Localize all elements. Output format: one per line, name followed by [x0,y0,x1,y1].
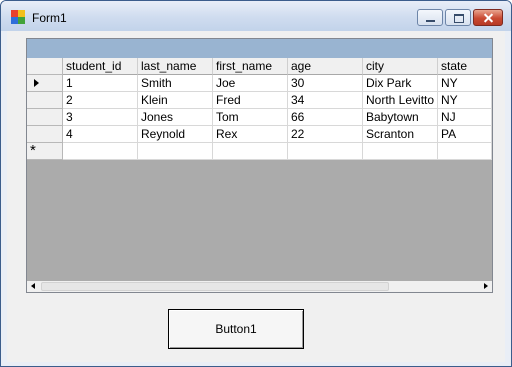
column-header-age[interactable]: age [288,58,363,75]
table-row[interactable]: 4 Reynold Rex 22 Scranton PA [27,126,492,143]
new-row-header[interactable]: * [27,142,63,160]
form1-window: Form1 student_id last_name first_name ag… [0,0,512,367]
button1[interactable]: Button1 [168,309,304,349]
new-cell[interactable] [363,143,438,160]
cell-first-name[interactable]: Rex [213,126,288,143]
cell-city[interactable]: Dix Park [363,75,438,92]
maximize-button[interactable] [445,9,471,26]
row-header[interactable] [27,126,63,143]
data-grid[interactable]: student_id last_name first_name age city… [26,38,493,293]
cell-city[interactable]: North Levitto [363,92,438,109]
new-cell[interactable] [213,143,288,160]
cell-last-name[interactable]: Smith [138,75,213,92]
cell-age[interactable]: 30 [288,75,363,92]
grid-header-row: student_id last_name first_name age city… [27,58,492,75]
cell-first-name[interactable]: Tom [213,109,288,126]
column-header-last-name[interactable]: last_name [138,58,213,75]
column-header-state[interactable]: state [438,58,492,75]
row-header[interactable] [27,109,63,126]
cell-age[interactable]: 66 [288,109,363,126]
column-header-city[interactable]: city [363,58,438,75]
top-left-header-cell[interactable] [27,58,63,75]
new-cell[interactable] [138,143,213,160]
cell-age[interactable]: 22 [288,126,363,143]
cell-city[interactable]: Babytown [363,109,438,126]
new-cell[interactable] [438,143,492,160]
current-row-pointer-icon [34,79,39,87]
new-cell[interactable] [288,143,363,160]
scrollbar-thumb[interactable] [41,282,389,291]
app-icon[interactable] [11,10,25,24]
cell-state[interactable]: NY [438,75,492,92]
row-header[interactable] [27,92,63,109]
cell-last-name[interactable]: Reynold [138,126,213,143]
column-header-first-name[interactable]: first_name [213,58,288,75]
window-title: Form1 [32,11,67,25]
close-button[interactable] [473,9,503,26]
horizontal-scrollbar[interactable] [27,281,492,292]
cell-student-id[interactable]: 4 [63,126,138,143]
cell-first-name[interactable]: Joe [213,75,288,92]
cell-student-id[interactable]: 3 [63,109,138,126]
table-row[interactable]: 1 Smith Joe 30 Dix Park NY [27,75,492,92]
title-bar[interactable]: Form1 [1,1,511,31]
cell-city[interactable]: Scranton [363,126,438,143]
table-row[interactable]: 3 Jones Tom 66 Babytown NJ [27,109,492,126]
column-header-student-id[interactable]: student_id [63,58,138,75]
minimize-button[interactable] [417,9,443,26]
cell-student-id[interactable]: 1 [63,75,138,92]
cell-state[interactable]: NJ [438,109,492,126]
scroll-left-arrow-icon[interactable] [27,281,39,292]
cell-last-name[interactable]: Klein [138,92,213,109]
new-cell[interactable] [63,143,138,160]
cell-state[interactable]: PA [438,126,492,143]
grid-caption-bar [27,39,492,58]
new-row-asterisk-icon: * [30,142,36,159]
new-row[interactable]: * [27,142,492,160]
cell-student-id[interactable]: 2 [63,92,138,109]
cell-state[interactable]: NY [438,92,492,109]
form-client-area: student_id last_name first_name age city… [7,31,505,362]
scroll-right-arrow-icon[interactable] [480,281,492,292]
cell-last-name[interactable]: Jones [138,109,213,126]
row-header[interactable] [27,75,63,92]
table-row[interactable]: 2 Klein Fred 34 North Levitto NY [27,92,492,109]
cell-age[interactable]: 34 [288,92,363,109]
cell-first-name[interactable]: Fred [213,92,288,109]
